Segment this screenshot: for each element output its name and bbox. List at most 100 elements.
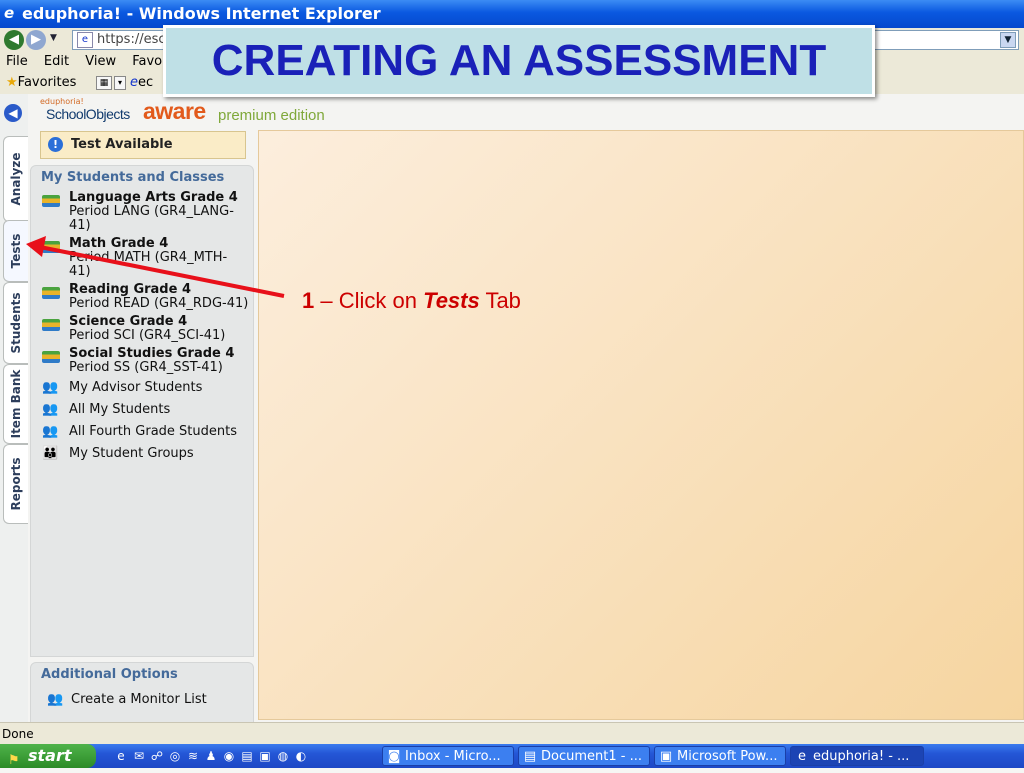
status-bar: Done [0, 722, 1024, 745]
step-number: 1 [302, 288, 315, 313]
book-stack-icon [42, 287, 60, 299]
quicklaunch-ie-icon[interactable]: e [114, 748, 128, 764]
step-annotation: 1 – Click on Tests Tab [302, 288, 521, 314]
tab-ie-icon: e [130, 75, 138, 90]
forward-button[interactable]: ▶ [26, 30, 46, 50]
class-period-cont: 41) [69, 218, 91, 233]
book-stack-icon [42, 241, 60, 253]
tab-tests-label: Tests [9, 233, 23, 269]
windows-taskbar: ⚑ start e ✉ ☍ ◎ ≋ ♟ ◉ ▤ ▣ ◍ ◐ ◙ Inbox - M… [0, 744, 1024, 768]
quicklaunch-user-icon[interactable]: ♟ [204, 748, 218, 764]
class-name: Language Arts Grade 4 [69, 190, 238, 205]
tab-item-bank-label: Item Bank [9, 369, 23, 439]
group-label: My Student Groups [69, 446, 194, 461]
menu-view[interactable]: View [85, 54, 116, 69]
taskbar-button-document[interactable]: ▤ Document1 - ... [518, 746, 650, 766]
test-available-notice[interactable]: ! Test Available [40, 131, 246, 159]
section-title: My Students and Classes [41, 170, 225, 185]
logo-schoolobjects: SchoolObjects [46, 106, 130, 122]
logo-aware: aware [143, 98, 206, 124]
people-icon: 👥 [42, 380, 59, 395]
class-period: Period LANG (GR4_LANG- [69, 204, 234, 219]
taskbar-label: Inbox - Micro... [405, 749, 501, 764]
quicklaunch-outlook-icon[interactable]: ◍ [276, 748, 290, 764]
star-icon: ★ [6, 75, 18, 90]
ie-icon: e [798, 749, 806, 764]
taskbar-label: Document1 - ... [541, 749, 642, 764]
browser-tab[interactable]: eec [130, 72, 153, 94]
outlook-icon: ◙ [387, 749, 401, 764]
tab-analyze-label: Analyze [9, 152, 23, 206]
menu-file[interactable]: File [6, 54, 28, 69]
menu-edit[interactable]: Edit [44, 54, 69, 69]
class-period: Period MATH (GR4_MTH- [69, 250, 228, 265]
page-icon: e [77, 32, 93, 48]
address-dropdown-icon[interactable]: ▼ [1000, 32, 1016, 48]
quicklaunch-powerpoint-icon[interactable]: ▣ [258, 748, 272, 764]
book-stack-icon [42, 195, 60, 207]
book-stack-icon [42, 319, 60, 331]
quicklaunch-network-icon[interactable]: ☍ [150, 748, 164, 764]
app-back-button[interactable]: ◀ [4, 104, 22, 122]
book-stack-icon [42, 351, 60, 363]
people-icon: 👥 [42, 424, 59, 439]
monitor-list-icon: 👥 [47, 692, 64, 707]
taskbar-button-powerpoint[interactable]: ▣ Microsoft Pow... [654, 746, 786, 766]
quicklaunch-computer-icon[interactable]: ▤ [240, 748, 254, 764]
tab-students-label: Students [9, 292, 23, 354]
taskbar-button-eduphoria[interactable]: e eduphoria! - ... [790, 746, 924, 766]
student-groups-icon: 👪 [42, 446, 59, 461]
start-button[interactable]: ⚑ start [0, 744, 96, 768]
taskbar-label: Microsoft Pow... [677, 749, 778, 764]
class-period: Period READ (GR4_RDG-41) [69, 296, 249, 311]
favorites-button[interactable]: Favorites [18, 75, 77, 90]
windows-flag-icon: ⚑ [8, 753, 20, 768]
quick-tabs-icon[interactable]: ▦ [96, 76, 112, 90]
back-arrow-icon: ◀ [8, 106, 18, 120]
quicklaunch-firefox-icon[interactable]: ◐ [294, 748, 308, 764]
quicklaunch-desktop-icon[interactable]: ≋ [186, 748, 200, 764]
people-icon: 👥 [42, 402, 59, 417]
class-period: Period SCI (GR4_SCI-41) [69, 328, 226, 343]
browser-tab-label: ec [138, 75, 154, 90]
back-button[interactable]: ◀ [4, 30, 24, 50]
quicklaunch-app-icon[interactable]: ◎ [168, 748, 182, 764]
main-content-area [258, 130, 1024, 720]
tab-list-dropdown-icon[interactable]: ▾ [114, 76, 126, 90]
powerpoint-icon: ▣ [659, 749, 673, 764]
history-dropdown-icon[interactable]: ▼ [50, 33, 57, 43]
step-tail: Tab [479, 288, 521, 313]
group-label: All Fourth Grade Students [69, 424, 237, 439]
slide-title-box: CREATING AN ASSESSMENT [163, 25, 875, 97]
create-monitor-list-label: Create a Monitor List [71, 692, 207, 707]
class-name: Math Grade 4 [69, 236, 169, 251]
quicklaunch-mail-icon[interactable]: ✉ [132, 748, 146, 764]
tab-tests[interactable]: Tests [3, 220, 28, 282]
window-title: eduphoria! - Windows Internet Explorer [22, 4, 381, 23]
additional-options-title: Additional Options [41, 667, 178, 682]
word-icon: ▤ [523, 749, 537, 764]
taskbar-button-inbox[interactable]: ◙ Inbox - Micro... [382, 746, 514, 766]
group-label: My Advisor Students [69, 380, 203, 395]
test-available-label: Test Available [71, 137, 173, 152]
step-text: – Click on [314, 288, 424, 313]
tab-students[interactable]: Students [3, 282, 28, 364]
tab-item-bank[interactable]: Item Bank [3, 364, 28, 444]
group-label: All My Students [69, 402, 171, 417]
tab-reports[interactable]: Reports [3, 444, 28, 524]
tab-analyze[interactable]: Analyze [3, 136, 28, 222]
class-period-cont: 41) [69, 264, 91, 279]
class-name: Social Studies Grade 4 [69, 346, 235, 361]
logo-edition: premium edition [218, 107, 325, 124]
tab-reports-label: Reports [9, 457, 23, 511]
step-emphasis: Tests [423, 288, 480, 313]
internet-explorer-icon: e [4, 4, 15, 22]
quicklaunch-media-icon[interactable]: ◉ [222, 748, 236, 764]
back-arrow-icon: ◀ [9, 32, 19, 47]
info-icon: ! [48, 137, 63, 152]
taskbar-label: eduphoria! - ... [813, 749, 910, 764]
class-name: Science Grade 4 [69, 314, 188, 329]
slide-title: CREATING AN ASSESSMENT [211, 36, 827, 85]
window-titlebar: e eduphoria! - Windows Internet Explorer [0, 0, 1024, 28]
logo-eduphoria: eduphoria! [40, 97, 84, 106]
